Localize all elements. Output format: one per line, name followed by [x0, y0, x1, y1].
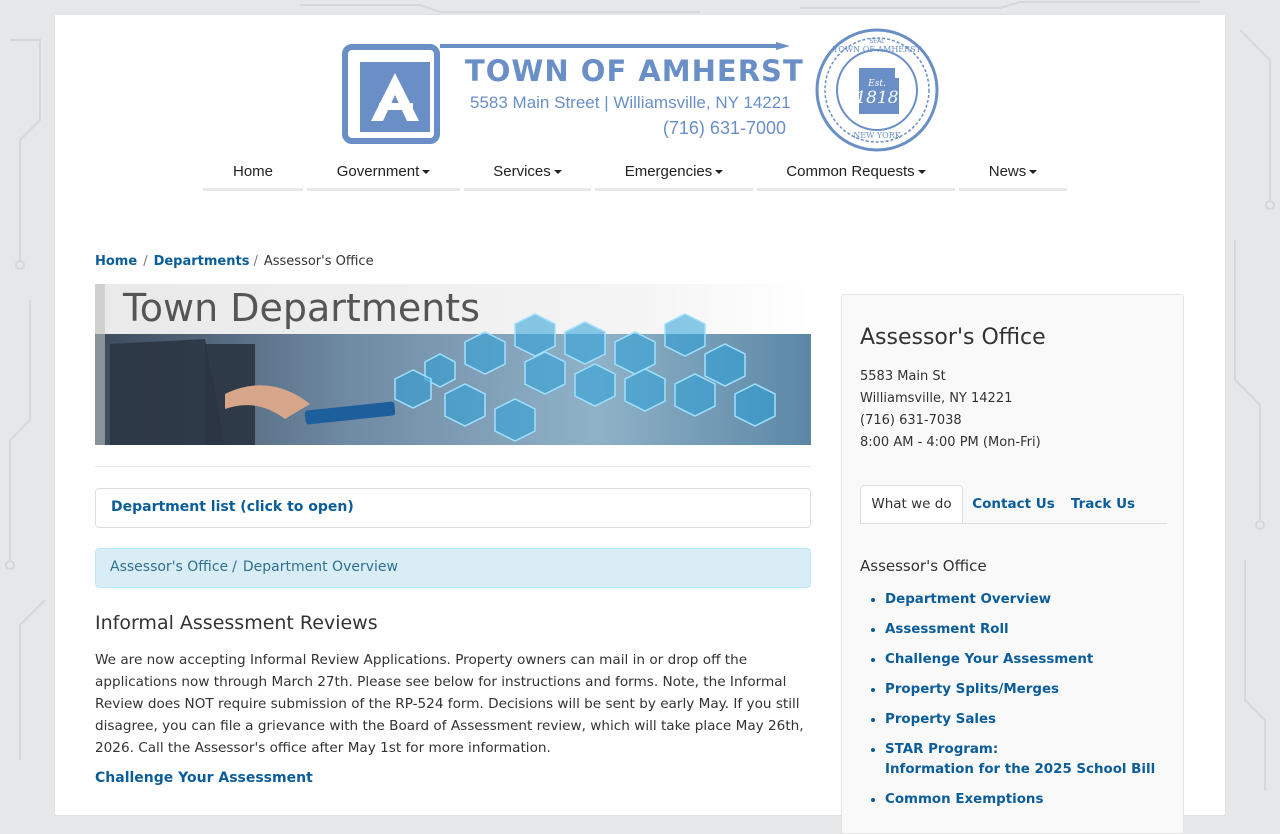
nav-common-requests-label: Common Requests — [786, 163, 915, 180]
logo-arrow-icon — [776, 42, 790, 50]
nav-emergencies-label: Emergencies — [624, 163, 713, 180]
sidebar-office-info: Assessor's Office 5583 Main St Williamsv… — [841, 294, 1184, 834]
nav-news-label: News — [988, 163, 1027, 180]
content-heading: Informal Assessment Reviews — [95, 612, 378, 634]
breadcrumb-separator: / — [253, 254, 258, 269]
department-list-toggle[interactable]: Department list (click to open) — [95, 488, 811, 528]
nav-home[interactable]: Home — [203, 155, 303, 191]
list-item: Assessment Roll — [885, 620, 1155, 640]
star-program-title: STAR Program: — [885, 742, 999, 757]
sidebar-link-property-splits[interactable]: Property Splits/Merges — [885, 682, 1059, 697]
caret-down-icon — [917, 169, 926, 174]
list-item: Department Overview — [885, 590, 1155, 610]
banner-title: Town Departments — [123, 286, 480, 330]
nav-emergencies[interactable]: Emergencies — [595, 155, 753, 191]
sidebar-section-heading: Assessor's Office — [860, 557, 987, 575]
caret-down-icon — [715, 169, 724, 174]
breadcrumb-departments[interactable]: Departments — [154, 254, 250, 269]
divider — [95, 466, 811, 467]
caret-down-icon — [422, 169, 431, 174]
breadcrumb-separator: / — [143, 254, 148, 269]
star-program-subtitle: Information for the 2025 School Bill — [885, 762, 1156, 777]
list-item: STAR Program: Information for the 2025 Sc… — [885, 740, 1155, 780]
main-nav: Home Government Services Emergencies Com… — [203, 155, 1067, 191]
logo-address: 5583 Main Street | Williamsville, NY 142… — [470, 93, 791, 112]
nav-common-requests[interactable]: Common Requests — [757, 155, 955, 191]
list-item: Property Sales — [885, 710, 1155, 730]
sidebar-tabs: What we do Contact Us Track Us — [860, 485, 1167, 524]
sidebar-title: Assessor's Office — [860, 325, 1046, 350]
logo-a-mark — [360, 62, 430, 132]
section-breadcrumb-page: Department Overview — [242, 559, 398, 575]
sidebar-address-line2: Williamsville, NY 14221 — [860, 391, 1013, 406]
challenge-assessment-link[interactable]: Challenge Your Assessment — [95, 770, 313, 786]
nav-government-label: Government — [336, 163, 420, 180]
page-container: TOWN OF AMHERST 5583 Main Street | Willi… — [55, 15, 1225, 834]
sidebar-link-list: Department Overview Assessment Roll Chal… — [867, 590, 1155, 810]
sidebar-link-star-program[interactable]: STAR Program: Information for the 2025 Sc… — [885, 742, 1155, 777]
logo-underline — [440, 44, 780, 48]
list-item: Property Splits/Merges — [885, 680, 1155, 700]
seal-small-text: SEAL — [869, 38, 885, 45]
logo-a-icon — [371, 73, 419, 121]
section-breadcrumb: Assessor's Office / Department Overview — [95, 548, 811, 588]
tab-contact-us[interactable]: Contact Us — [966, 485, 1061, 523]
caret-down-icon — [1029, 169, 1038, 174]
town-logo[interactable]: TOWN OF AMHERST 5583 Main Street | Willi… — [340, 40, 803, 150]
section-breadcrumb-office[interactable]: Assessor's Office — [110, 559, 228, 575]
section-breadcrumb-separator: / — [232, 559, 237, 575]
sidebar-phone: (716) 631-7038 — [860, 413, 962, 428]
logo-title: TOWN OF AMHERST — [465, 54, 804, 88]
caret-down-icon — [553, 169, 562, 174]
nav-home-label: Home — [232, 163, 273, 180]
sidebar-address-line1: 5583 Main St — [860, 369, 946, 384]
seal-top-text: TOWN OF AMHERST — [833, 45, 922, 54]
tab-what-we-do[interactable]: What we do — [860, 485, 963, 523]
logo-phone: (716) 631-7000 — [662, 118, 786, 138]
breadcrumb-home[interactable]: Home — [95, 254, 137, 269]
nav-news[interactable]: News — [959, 155, 1067, 191]
nav-services[interactable]: Services — [464, 155, 591, 191]
logo-frame — [342, 44, 440, 144]
sidebar-link-department-overview[interactable]: Department Overview — [885, 592, 1051, 607]
content-paragraph: We are now accepting Informal Review App… — [95, 652, 804, 756]
sidebar-link-challenge-assessment[interactable]: Challenge Your Assessment — [885, 652, 1093, 667]
town-seal-icon: Est. 1818 SEAL TOWN OF AMHERST NEW YORK — [815, 28, 939, 152]
tab-track-us[interactable]: Track Us — [1063, 485, 1143, 523]
seal-year: 1818 — [855, 88, 898, 108]
list-item: Common Exemptions — [885, 790, 1155, 810]
nav-services-label: Services — [493, 163, 551, 180]
seal-bottom-text: NEW YORK — [853, 131, 901, 140]
sidebar-link-property-sales[interactable]: Property Sales — [885, 712, 996, 727]
nav-government[interactable]: Government — [307, 155, 460, 191]
breadcrumb-current: Assessor's Office — [263, 254, 374, 269]
departments-banner: Town Departments — [95, 284, 811, 445]
sidebar-link-assessment-roll[interactable]: Assessment Roll — [885, 622, 1009, 637]
sidebar-hours: 8:00 AM - 4:00 PM (Mon-Fri) — [860, 435, 1041, 450]
breadcrumb: Home / Departments / Assessor's Office — [95, 254, 374, 269]
list-item: Challenge Your Assessment — [885, 650, 1155, 670]
